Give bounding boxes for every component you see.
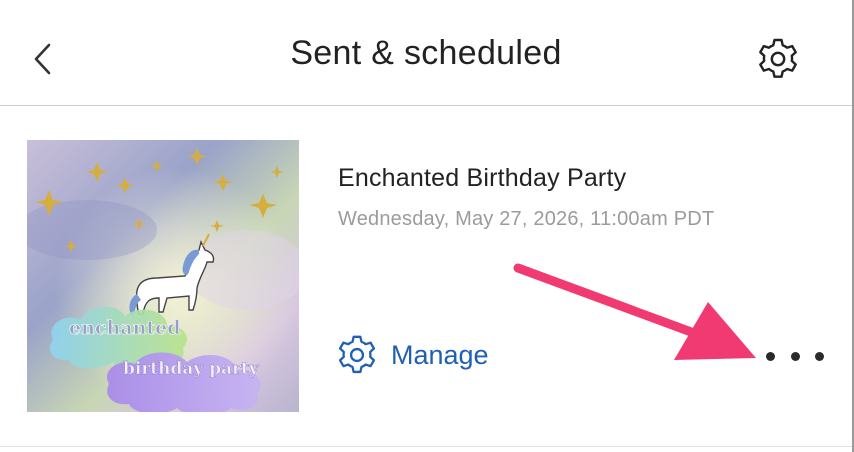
manage-label: Manage	[391, 339, 489, 370]
thumbnail-text-enchanted: enchanted	[69, 317, 181, 339]
more-horizontal-icon	[815, 351, 824, 361]
more-horizontal-icon	[766, 351, 775, 361]
event-thumbnail[interactable]: enchanted birthday party	[27, 140, 299, 412]
page-title: Sent & scheduled	[290, 34, 562, 72]
event-card: enchanted birthday party Enchanted Birth…	[0, 106, 852, 446]
gear-icon	[338, 335, 376, 374]
gear-icon	[759, 38, 797, 78]
manage-button[interactable]: Manage	[335, 334, 489, 376]
header-bar: Sent & scheduled	[0, 0, 852, 106]
more-horizontal-icon	[790, 351, 800, 361]
app-frame: Sent & scheduled enchanted birthday part…	[0, 0, 854, 452]
annotation-arrow	[513, 263, 756, 360]
event-datetime: Wednesday, May 27, 2026, 11:00am PDT	[338, 208, 715, 230]
event-title[interactable]: Enchanted Birthday Party	[338, 164, 626, 193]
more-options-button[interactable]	[766, 344, 824, 368]
divider	[0, 446, 852, 447]
unicorn-invitation-artwork: enchanted birthday party	[27, 140, 299, 412]
settings-button[interactable]	[752, 33, 804, 85]
thumbnail-text-birthday: birthday party	[123, 359, 260, 379]
